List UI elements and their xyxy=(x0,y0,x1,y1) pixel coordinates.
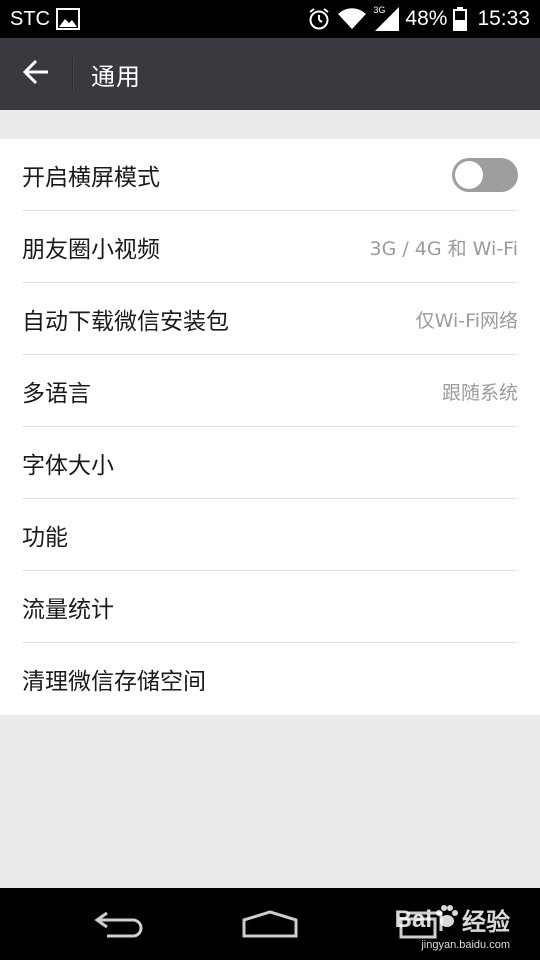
wifi-icon xyxy=(337,8,367,30)
nav-bar: Bai 经验 jingyan.baidu.com xyxy=(0,888,540,960)
setting-landscape-mode[interactable]: 开启横屏模式 xyxy=(0,139,540,211)
toggle-knob xyxy=(455,161,483,189)
paw-icon xyxy=(434,903,460,936)
setting-auto-download[interactable]: 自动下载微信安装包 仅Wi-Fi网络 xyxy=(0,283,540,355)
page-title: 通用 xyxy=(91,62,141,91)
status-bar: STC 3G 48% 15:33 xyxy=(0,0,540,38)
setting-language[interactable]: 多语言 跟随系统 xyxy=(0,355,540,427)
battery-icon xyxy=(453,7,468,31)
nav-home-button[interactable] xyxy=(210,888,330,960)
setting-label: 字体大小 xyxy=(22,453,114,479)
landscape-toggle[interactable] xyxy=(452,158,518,192)
nav-home-icon xyxy=(241,909,299,939)
setting-label: 朋友圈小视频 xyxy=(22,237,160,263)
setting-value: 跟随系统 xyxy=(441,381,518,404)
nav-back-button[interactable] xyxy=(60,888,180,960)
settings-list: 开启横屏模式 朋友圈小视频 3G / 4G 和 Wi-Fi 自动下载微信安装包 … xyxy=(0,139,540,715)
app-header: 通用 xyxy=(0,38,540,110)
setting-moments-video[interactable]: 朋友圈小视频 3G / 4G 和 Wi-Fi xyxy=(0,211,540,283)
setting-clear-storage[interactable]: 清理微信存储空间 xyxy=(0,643,540,715)
battery-percentage: 48% xyxy=(405,7,448,30)
back-button[interactable] xyxy=(0,38,72,110)
header-divider xyxy=(72,57,73,91)
clock: 15:33 xyxy=(477,7,530,30)
setting-label: 多语言 xyxy=(22,381,91,407)
setting-label: 流量统计 xyxy=(22,597,114,623)
setting-font-size[interactable]: 字体大小 xyxy=(0,427,540,499)
alarm-icon xyxy=(307,7,331,31)
nav-back-icon xyxy=(93,909,147,939)
carrier-name: STC xyxy=(10,7,50,30)
setting-label: 自动下载微信安装包 xyxy=(22,309,229,335)
setting-value: 仅Wi-Fi网络 xyxy=(415,309,518,332)
setting-features[interactable]: 功能 xyxy=(0,499,540,571)
watermark-text-suffix: 经验 xyxy=(462,909,510,936)
back-arrow-icon xyxy=(22,59,50,89)
setting-label: 开启横屏模式 xyxy=(22,165,160,191)
setting-data-usage[interactable]: 流量统计 xyxy=(0,571,540,643)
watermark-url: jingyan.baidu.com xyxy=(421,939,510,951)
watermark: Bai 经验 jingyan.baidu.com xyxy=(395,902,510,951)
signal-icon: 3G xyxy=(373,5,400,31)
setting-label: 清理微信存储空间 xyxy=(22,669,206,695)
gallery-icon xyxy=(56,8,80,30)
setting-label: 功能 xyxy=(22,525,68,551)
watermark-text: Bai xyxy=(394,905,432,933)
setting-value: 3G / 4G 和 Wi-Fi xyxy=(369,237,518,260)
